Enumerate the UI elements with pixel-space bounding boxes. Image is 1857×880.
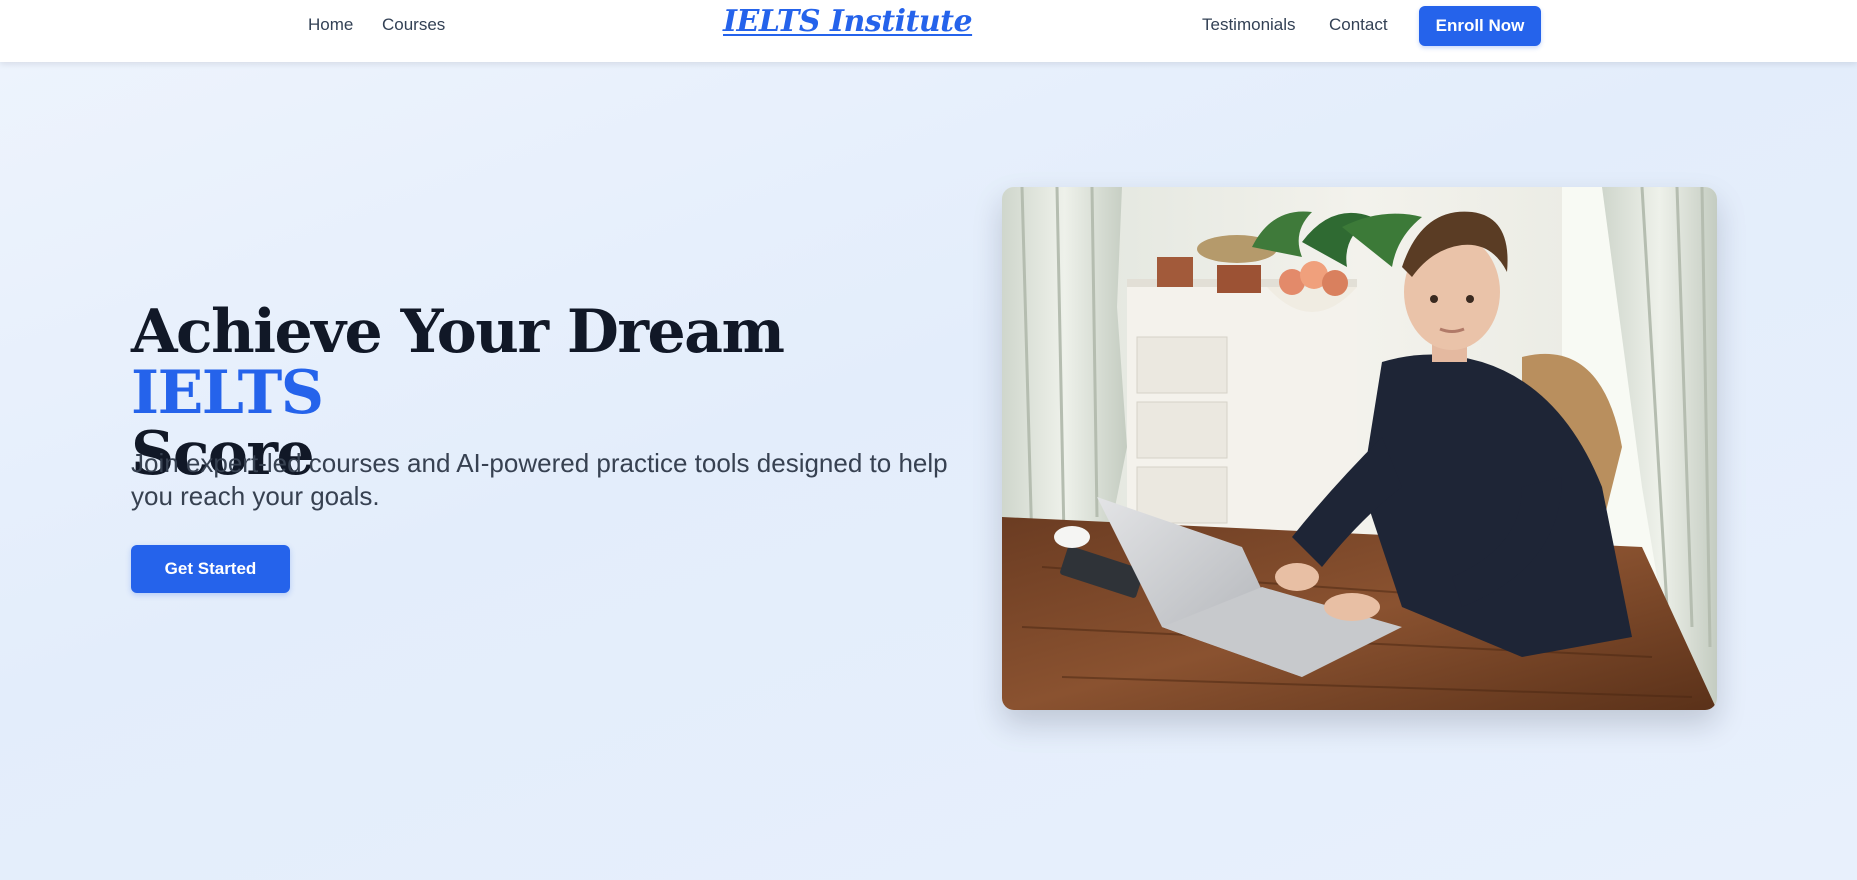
nav-link-contact[interactable]: Contact: [1329, 14, 1388, 36]
top-navbar: Home Courses IELTS Institute Testimonial…: [0, 0, 1857, 62]
hero-image: [1002, 187, 1717, 710]
get-started-button[interactable]: Get Started: [131, 545, 290, 593]
nav-link-testimonials[interactable]: Testimonials: [1202, 14, 1296, 36]
enroll-now-button[interactable]: Enroll Now: [1419, 6, 1541, 46]
nav-link-courses[interactable]: Courses: [382, 14, 445, 36]
student-laptop-illustration: [1002, 187, 1717, 710]
site-logo[interactable]: IELTS Institute: [723, 2, 973, 42]
hero-subtitle: Join expert-led courses and AI-powered p…: [131, 448, 948, 511]
nav-link-home[interactable]: Home: [308, 14, 353, 36]
hero-title-main: Achieve Your Dream: [131, 297, 785, 367]
hero-title-accent: IELTS: [131, 358, 324, 428]
